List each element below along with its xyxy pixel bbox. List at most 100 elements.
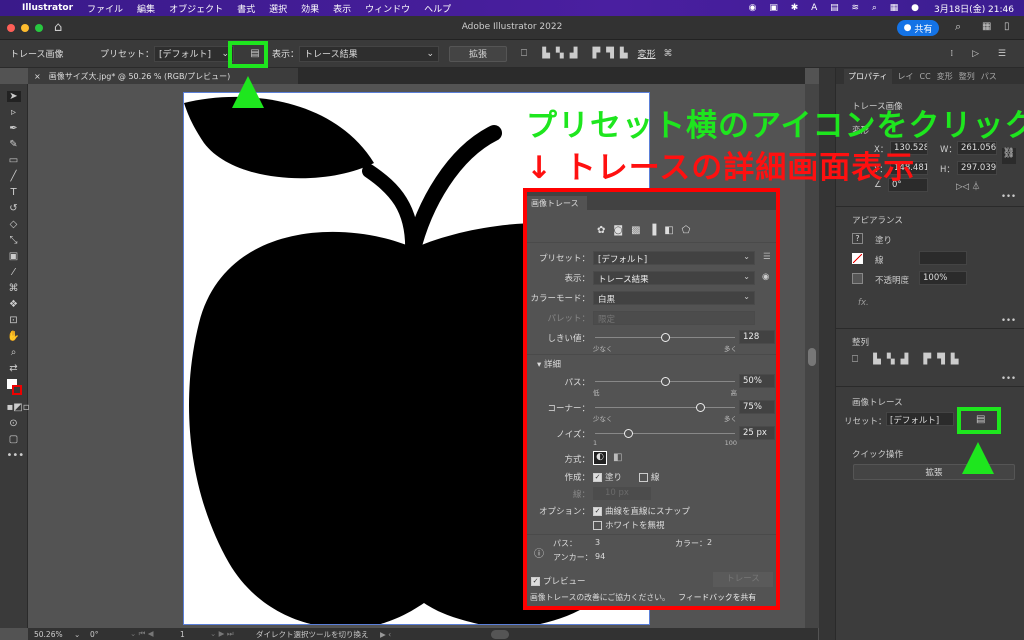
stroke-swatch[interactable] [852,253,863,264]
control-preset-dropdown[interactable]: [デフォルト] ⌄ [154,45,235,62]
opacity-field[interactable]: 100% [919,271,967,285]
more-tools-icon[interactable]: ••• [7,450,25,461]
preset-dropdown[interactable]: [デフォルト] [886,412,954,426]
symbol-tool-icon[interactable]: ❖ [7,299,21,310]
selection-tool-icon[interactable]: ➤ [6,91,21,102]
curvature-tool-icon[interactable]: ✎ [7,139,21,150]
zoom-window-button[interactable] [35,24,43,32]
more-options-icon[interactable]: ••• [1001,192,1016,202]
arrange-documents-icon[interactable]: ▦ [982,21,991,32]
hand-tool-icon[interactable]: ✋ [7,331,21,342]
fx-button[interactable]: fx. [858,298,869,308]
menu-type[interactable]: 書式 [237,2,255,15]
window-titlebar: ⌂ Adobe Illustrator 2022 ● 共有 ⌕ ▦ ▯ [0,16,1024,40]
tool-hint: ダイレクト選択ツールを切り換え [256,629,369,639]
share-label: 共有 [914,24,933,35]
control-transform-link[interactable]: 変形 [638,47,656,60]
toolbar: ➤ ▹ ✒ ✎ ▭ ╱ T ↺ ◇ ⤡ ▣ ⁄ ⌘ ❖ ⊡ ✋ ⌕ ⇄ ▪◩▫ … [0,84,30,628]
scale-tool-icon[interactable]: ⤡ [7,235,21,246]
horizontal-scroll-thumb[interactable] [491,629,510,639]
align-heading: 整列 [852,338,870,348]
status-menu-icon[interactable]: ▶ ‹ [380,630,391,639]
status-icons[interactable]: ◉ ▣ ✱ A ▤ ≋ ⌕ ▦ ● [749,3,924,13]
link-proportions-icon[interactable]: ⛓ [1002,148,1016,164]
menu-edit[interactable]: 編集 [137,2,155,15]
rotate-view[interactable]: 0° [90,630,130,639]
highlight-box-control-icon [228,41,268,68]
flip-icons[interactable]: ▷◁ ⏃ [956,180,980,192]
control-view-dropdown[interactable]: トレース結果 ⌄ [299,45,440,62]
menu-file[interactable]: ファイル [87,2,123,15]
isolate-icon[interactable]: ⌘ [664,49,673,59]
scrollbar-thumb[interactable] [808,348,816,366]
tab-cc-libraries[interactable]: CC [920,72,931,81]
gradient-tool-icon[interactable]: ▣ [7,251,21,262]
pen-tool-icon[interactable]: ✒ [7,123,21,134]
tab-pathfinder[interactable]: パス [981,71,997,82]
minimize-window-button[interactable] [21,24,29,32]
stroke-label: 線 [875,256,884,266]
workspace-icon[interactable]: ▯ [1004,21,1010,32]
chevron-down-icon: ⌄ [426,48,435,59]
eyedropper-tool-icon[interactable]: ⁄ [7,267,21,278]
preset-label: リセット： [844,417,887,427]
menu-view[interactable]: 表示 [333,2,351,15]
align-icons[interactable]: ⎕ ▙▚▟ ▛▜▙ [521,48,634,59]
annotation-line-2: ↓ トレースの詳細画面表示 [526,150,916,186]
color-mode-icon[interactable]: ▪◩▫ [7,402,30,413]
artboard-next-icons[interactable]: ⌄ ▶ ⏭ [210,629,256,639]
fill-stroke-swap-icon[interactable]: ⇄ [7,363,21,374]
fill-stroke-icon[interactable] [6,379,22,397]
type-tool-icon[interactable]: T [7,187,21,198]
menu-object[interactable]: オブジェクト [169,2,223,15]
control-view-label: 表示： [272,50,300,60]
fill-label: 塗り [875,236,893,246]
tab-properties[interactable]: プロパティ [844,68,892,84]
control-expand-button[interactable]: 拡張 [449,45,508,62]
rectangle-tool-icon[interactable]: ▭ [7,155,21,166]
macos-menubar: Illustrator ファイル 編集 オブジェクト 書式 選択 効果 表示 ウ… [0,0,1024,16]
tab-align[interactable]: 整列 [959,71,975,82]
opacity-label: 不透明度 [875,276,910,286]
menu-help[interactable]: ヘルプ [424,2,451,15]
more-options-icon[interactable]: ••• [1001,316,1016,326]
eraser-tool-icon[interactable]: ◇ [7,219,21,230]
artboard-number[interactable]: 1 [180,630,210,639]
share-button[interactable]: ● 共有 [897,20,939,36]
search-icon[interactable]: ⌕ [955,20,961,34]
draw-mode-icon[interactable]: ⊙ [7,418,21,429]
close-tab-icon[interactable]: × [34,72,41,81]
menu-effect[interactable]: 効果 [301,2,319,15]
annotation-line-1: プリセット横のアイコンをクリック [526,108,1024,144]
align-buttons[interactable]: ⎕ ▙▚▟ ▛▜▙ [852,354,965,365]
fill-swatch[interactable]: ? [852,233,863,244]
control-preset-label: プリセット： [100,50,155,60]
artboard-prev-icons[interactable]: ⌄ ⏮ ◀ [130,629,180,639]
tab-transform[interactable]: 変形 [937,71,953,82]
appearance-heading: アピアランス [852,216,903,226]
menu-select[interactable]: 選択 [269,2,287,15]
more-options-icon[interactable]: ••• [1001,374,1016,384]
chevron-down-icon[interactable]: ⌄ [74,630,90,639]
menu-window[interactable]: ウィンドウ [365,2,410,15]
zoom-tool-icon[interactable]: ⌕ [7,347,21,358]
stroke-weight-field[interactable] [919,251,967,265]
menu-app[interactable]: Illustrator [22,3,73,13]
screen-mode-icon[interactable]: ▢ [7,434,21,445]
close-window-button[interactable] [7,24,15,32]
zoom-level[interactable]: 50.26% [34,630,74,639]
direct-selection-tool-icon[interactable]: ▹ [7,107,21,118]
document-tabs: × 画像サイズ大.jpg* @ 50.26 % (RGB/プレビュー) [28,68,805,84]
home-icon[interactable]: ⌂ [54,20,62,35]
artboard-tool-icon[interactable]: ⊡ [7,315,21,326]
brush-tool-icon[interactable]: ╱ [7,171,21,182]
share-icon: ● [903,23,915,33]
rotate-tool-icon[interactable]: ↺ [7,203,21,214]
h-field[interactable]: 297.039 [957,161,997,175]
blend-tool-icon[interactable]: ⌘ [7,283,21,294]
document-tab-title: 画像サイズ大.jpg* @ 50.26 % (RGB/プレビュー) [48,71,231,81]
tab-layers[interactable]: レイ [898,71,914,82]
image-trace-heading: 画像トレース [852,398,903,408]
control-right-icons[interactable]: ⁞ ▷ ☰ [950,49,1014,59]
arrow-up-icon [962,442,994,474]
